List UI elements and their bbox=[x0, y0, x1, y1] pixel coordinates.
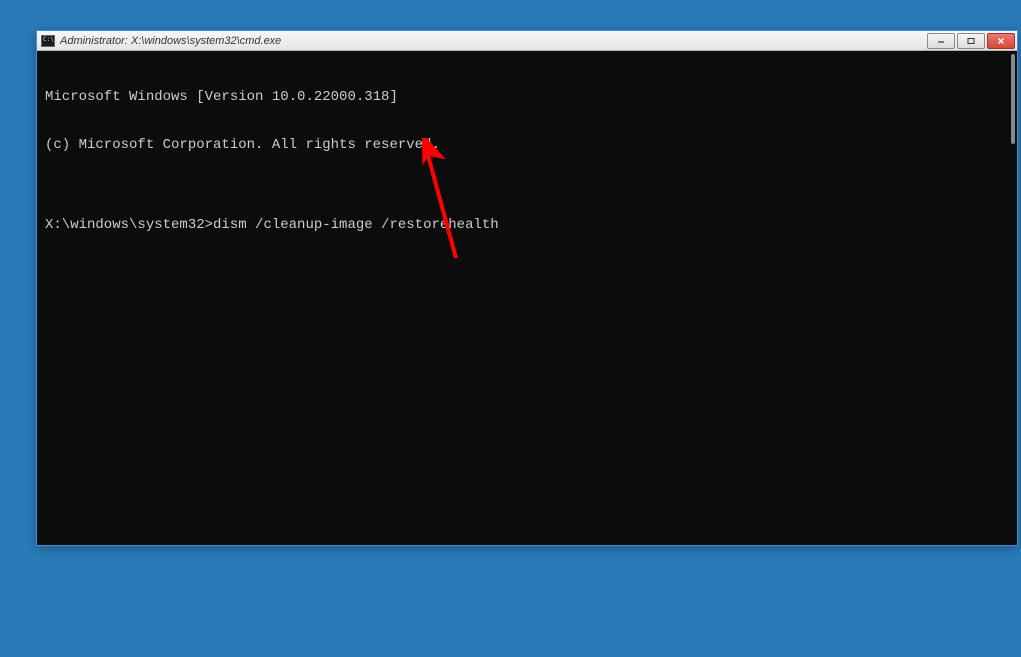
cmd-icon bbox=[41, 35, 55, 47]
terminal-body[interactable]: Microsoft Windows [Version 10.0.22000.31… bbox=[37, 51, 1017, 545]
titlebar[interactable]: Administrator: X:\windows\system32\cmd.e… bbox=[37, 31, 1017, 51]
close-button[interactable] bbox=[987, 33, 1015, 49]
maximize-button[interactable] bbox=[957, 33, 985, 49]
terminal-version-line: Microsoft Windows [Version 10.0.22000.31… bbox=[45, 89, 1009, 105]
cmd-window: Administrator: X:\windows\system32\cmd.e… bbox=[36, 30, 1018, 546]
window-controls bbox=[927, 33, 1015, 49]
terminal-prompt-line: X:\windows\system32>dism /cleanup-image … bbox=[45, 217, 1009, 233]
window-title: Administrator: X:\windows\system32\cmd.e… bbox=[60, 35, 927, 47]
terminal-copyright-line: (c) Microsoft Corporation. All rights re… bbox=[45, 137, 1009, 153]
terminal-prompt: X:\windows\system32> bbox=[45, 217, 213, 233]
scrollbar-vertical[interactable] bbox=[1011, 54, 1015, 144]
minimize-button[interactable] bbox=[927, 33, 955, 49]
terminal-command: dism /cleanup-image /restorehealth bbox=[213, 217, 499, 233]
